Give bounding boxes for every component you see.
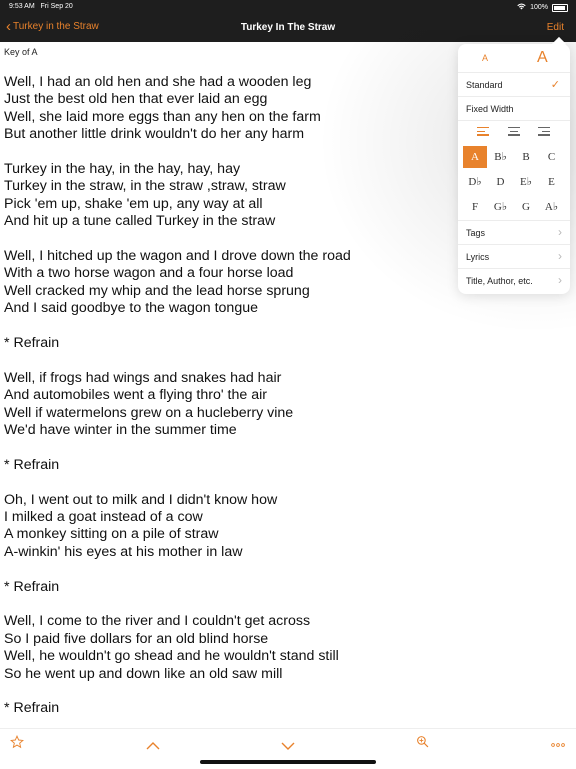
lyric-line: A-winkin' his eyes at his mother in law [4,543,243,560]
key-button[interactable]: F [463,196,487,218]
lyric-line: And automobiles went a flying thro' the … [4,387,267,404]
status-time: 9:53 AM Fri Sep 20 [9,3,73,10]
verse-block: Well, I had an old hen and she had a woo… [4,74,444,144]
checkmark-icon: ✓ [550,79,560,91]
star-icon[interactable] [10,735,24,752]
refrain-marker: * Refrain [4,700,444,717]
lyric-line: Turkey in the straw, in the straw ,straw… [4,178,286,195]
fixed-width-font-option[interactable]: Fixed Width [458,96,570,121]
lyric-line: I milked a goat instead of a cow [4,509,203,526]
key-button[interactable]: B [514,146,538,168]
key-button[interactable]: E [540,171,564,193]
lyric-line: We'd have winter in the summer time [4,422,237,439]
scroll-down-icon[interactable] [281,738,295,753]
align-left-icon[interactable] [477,127,489,137]
lyrics-body: Well, I had an old hen and she had a woo… [4,74,444,718]
status-bar: 9:53 AM Fri Sep 20 100% [0,0,576,14]
page-title: Turkey In The Straw [240,22,336,33]
key-button[interactable]: C [540,146,564,168]
title-author-row[interactable]: Title, Author, etc. › [458,268,570,293]
lyric-line: Turkey in the hay, in the hay, hay, hay [4,161,241,178]
verse-block: Well, I come to the river and I couldn't… [4,613,444,683]
lyric-line: * Refrain [4,456,60,473]
key-button[interactable]: G [514,196,538,218]
lyric-line: A monkey sitting on a pile of straw [4,526,219,543]
lyric-line: With a two horse wagon and a four horse … [4,265,294,282]
lyric-line: Well, I come to the river and I couldn't… [4,613,311,630]
verse-block: Turkey in the hay, in the hay, hay, hay T… [4,161,444,231]
key-button[interactable]: D♭ [463,171,487,193]
lyric-line: Pick 'em up, shake 'em up, any way at al… [4,195,263,212]
lyric-line: So I paid five dollars for an old blind … [4,630,269,647]
lyric-line: Well, I had an old hen and she had a woo… [4,74,312,90]
navigation-bar: ‹ Turkey in the Straw Turkey In The Stra… [0,14,576,42]
display-options-popover: A A Standard ✓ Fixed Width A B♭ B C D♭ D E♭ E F G… [458,36,570,294]
refrain-marker: * Refrain [4,579,444,596]
battery-icon [552,3,568,12]
lyric-line: But another little drink wouldn't do her… [4,126,305,143]
more-icon[interactable] [551,736,565,751]
alignment-row [458,120,570,145]
lyric-line: So he went up and down like an old saw m… [4,665,283,682]
refrain-marker: * Refrain [4,335,444,352]
align-right-icon[interactable] [538,127,550,137]
lyrics-row[interactable]: Lyrics › [458,244,570,269]
lyric-line: And I said goodbye to the wagon tongue [4,300,258,317]
lyric-line: * Refrain [4,578,60,595]
align-center-icon[interactable] [508,127,520,137]
home-indicator [200,760,376,764]
lyric-line: Oh, I went out to milk and I didn't know… [4,491,278,508]
key-button[interactable]: G♭ [489,196,513,218]
verse-block: Well, I hitched up the wagon and I drove… [4,248,444,318]
wifi-icon [517,3,526,12]
refrain-marker: * Refrain [4,457,444,474]
key-label: Key of A [4,47,38,57]
lyric-line: Well, he wouldn't go shead and he wouldn… [4,648,339,665]
standard-font-option[interactable]: Standard ✓ [458,72,570,97]
key-button[interactable]: D [489,171,513,193]
lyric-line: Well, if frogs had wings and snakes had … [4,369,282,386]
lyric-line: Just the best old hen that ever laid an … [4,91,268,108]
decrease-font-button[interactable]: A [482,53,488,63]
verse-block: Well, if frogs had wings and snakes had … [4,370,444,440]
battery-percent: 100% [530,4,548,11]
lyric-line: Well cracked my whip and the lead horse … [4,282,310,299]
chevron-right-icon: › [558,225,562,239]
lyric-line: Well, I hitched up the wagon and I drove… [4,248,351,265]
key-button[interactable]: A♭ [540,196,564,218]
font-size-row: A A [458,44,570,72]
zoom-icon[interactable] [416,735,429,751]
edit-button[interactable]: Edit [547,22,564,33]
key-button[interactable]: B♭ [489,146,513,168]
tags-row[interactable]: Tags › [458,220,570,245]
verse-block: Oh, I went out to milk and I didn't know… [4,492,444,562]
chevron-right-icon: › [558,249,562,263]
key-button[interactable]: A [463,146,487,168]
increase-font-button[interactable]: A [537,49,548,67]
lyric-line: And hit up a tune called Turkey in the s… [4,213,276,230]
scroll-up-icon[interactable] [146,738,160,753]
chevron-right-icon: › [558,273,562,287]
lyric-line: Well if watermelons grew on a hucleberry… [4,404,294,421]
lyric-line: * Refrain [4,335,60,352]
key-button[interactable]: E♭ [514,171,538,193]
lyric-line: Well, she laid more eggs than any hen on… [4,108,321,125]
lyric-line: * Refrain [4,700,60,717]
